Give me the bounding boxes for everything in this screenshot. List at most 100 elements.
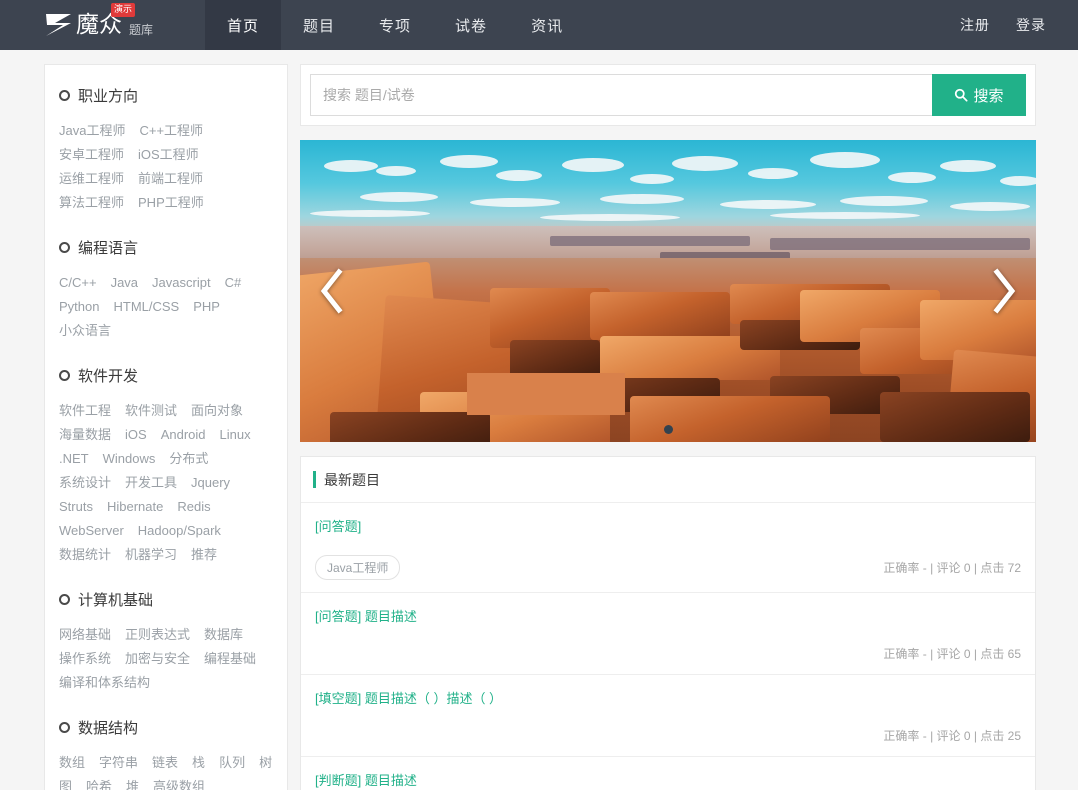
logo-demo-badge: 演示	[111, 3, 136, 17]
tag-link[interactable]: 软件测试	[125, 399, 177, 423]
tag-link[interactable]: 海量数据	[59, 423, 111, 447]
category-sidebar: 职业方向 Java工程师 C++工程师 安卓工程师 iOS工程师 运维工程师 前…	[44, 64, 288, 790]
category-title: 计算机基础	[59, 589, 273, 610]
tag-link[interactable]: 栈	[192, 751, 205, 775]
category-title-label: 数据结构	[78, 720, 139, 737]
tag-link[interactable]: C/C++	[59, 271, 97, 295]
search-icon	[955, 88, 969, 102]
search-input[interactable]	[310, 74, 932, 116]
tag-link[interactable]: 软件工程	[59, 399, 111, 423]
tag-link[interactable]: Hibernate	[107, 495, 163, 519]
tag-link[interactable]: 堆	[126, 775, 139, 790]
tag-link[interactable]: 数组	[59, 751, 85, 775]
tag-link[interactable]: 安卓工程师	[59, 143, 124, 167]
logo[interactable]: 魔众 题库 演示	[0, 0, 160, 50]
cloud-decor	[1000, 176, 1036, 186]
site-header: 魔众 题库 演示 首页 题目 专项 试卷 资讯 注册 登录	[0, 0, 1078, 50]
banner-sky	[300, 140, 1036, 236]
tag-link[interactable]: 开发工具	[125, 471, 177, 495]
carousel-next-button[interactable]	[982, 259, 1026, 323]
cloud-decor	[950, 202, 1030, 211]
question-link[interactable]: [问答题]	[315, 517, 361, 537]
tag-link[interactable]: C#	[225, 271, 242, 295]
tag-link[interactable]: Linux	[220, 423, 251, 447]
tag-link[interactable]: .NET	[59, 447, 89, 471]
tag-link[interactable]: 编译和体系结构	[59, 671, 150, 695]
tag-link[interactable]: 小众语言	[59, 319, 111, 343]
tag-link[interactable]: iOS	[125, 423, 147, 447]
tag-link[interactable]: C++工程师	[139, 119, 203, 143]
tag-link[interactable]: Hadoop/Spark	[138, 519, 221, 543]
category-title-label: 编程语言	[78, 240, 139, 257]
chevron-left-icon	[320, 268, 343, 314]
category-title-label: 软件开发	[78, 368, 139, 385]
category-tag-list: Java工程师 C++工程师 安卓工程师 iOS工程师 运维工程师 前端工程师 …	[59, 119, 273, 215]
nav-item-home[interactable]: 首页	[205, 0, 282, 50]
tag-link[interactable]: 网络基础	[59, 623, 111, 647]
banner-carousel[interactable]	[300, 140, 1036, 442]
tag-link[interactable]: 链表	[152, 751, 178, 775]
logo-subtitle: 题库	[129, 22, 154, 37]
circle-icon	[59, 722, 70, 733]
tag-link[interactable]: 系统设计	[59, 471, 111, 495]
tag-link[interactable]: 数据库	[204, 623, 243, 647]
login-link[interactable]: 登录	[1016, 15, 1046, 35]
cloud-decor	[672, 156, 738, 171]
tag-link[interactable]: Redis	[177, 495, 210, 519]
tag-link[interactable]: 数据统计	[59, 543, 111, 567]
carousel-dot[interactable]	[663, 425, 673, 434]
tag-link[interactable]: Struts	[59, 495, 93, 519]
question-link[interactable]: [填空题] 题目描述（ ）描述（ ）	[315, 689, 502, 709]
category-title-label: 职业方向	[78, 88, 139, 105]
tag-link[interactable]: 分布式	[169, 447, 208, 471]
tag-link[interactable]: 操作系统	[59, 647, 111, 671]
tag-link[interactable]: iOS工程师	[138, 143, 199, 167]
search-button[interactable]: 搜索	[932, 74, 1026, 116]
tag-link[interactable]: 算法工程师	[59, 191, 124, 215]
main-nav: 首页 题目 专项 试卷 资讯	[205, 0, 585, 50]
cloud-decor	[440, 155, 498, 168]
rock-decor	[880, 392, 1030, 442]
tag-link[interactable]: 图	[59, 775, 72, 790]
nav-item-special[interactable]: 专项	[357, 0, 433, 50]
tag-link[interactable]: 推荐	[191, 543, 217, 567]
question-link[interactable]: [问答题] 题目描述	[315, 607, 417, 627]
tag-link[interactable]: WebServer	[59, 519, 124, 543]
tag-link[interactable]: 正则表达式	[125, 623, 190, 647]
question-stats: 正确率 - | 评论 0 | 点击 25	[883, 729, 1021, 743]
question-link[interactable]: [判断题] 题目描述	[315, 771, 417, 790]
tag-link[interactable]: 面向对象	[191, 399, 243, 423]
tag-link[interactable]: Javascript	[152, 271, 211, 295]
tag-link[interactable]: Android	[161, 423, 206, 447]
cloud-decor	[540, 214, 680, 221]
category-group-languages: 编程语言 C/C++ Java Javascript C# Python HTM…	[59, 237, 273, 343]
tag-link[interactable]: 机器学习	[125, 543, 177, 567]
tag-link[interactable]: HTML/CSS	[113, 295, 179, 319]
tag-link[interactable]: 哈希	[86, 775, 112, 790]
search-bar: 搜索	[300, 64, 1036, 126]
question-tag[interactable]: Java工程师	[315, 555, 401, 580]
tag-link[interactable]: Python	[59, 295, 99, 319]
tag-link[interactable]: PHP工程师	[138, 191, 204, 215]
tag-link[interactable]: 运维工程师	[59, 167, 124, 191]
nav-item-papers[interactable]: 试卷	[433, 0, 509, 50]
tag-link[interactable]: Java工程师	[59, 119, 125, 143]
nav-item-questions[interactable]: 题目	[281, 0, 357, 50]
panel-title: 最新题目	[324, 471, 380, 488]
tag-link[interactable]: 字符串	[99, 751, 138, 775]
tag-link[interactable]: 编程基础	[204, 647, 256, 671]
tag-link[interactable]: Java	[111, 271, 138, 295]
tag-link[interactable]: Jquery	[191, 471, 230, 495]
category-tag-list: 数组 字符串 链表 栈 队列 树 图 哈希 堆 高级数组	[59, 751, 273, 790]
nav-item-news[interactable]: 资讯	[509, 0, 585, 50]
tag-link[interactable]: 树	[259, 751, 272, 775]
register-link[interactable]: 注册	[960, 15, 990, 35]
tag-link[interactable]: PHP	[193, 295, 220, 319]
carousel-prev-button[interactable]	[310, 259, 354, 323]
tag-link[interactable]: 加密与安全	[125, 647, 190, 671]
tag-link[interactable]: 前端工程师	[138, 167, 203, 191]
tag-link[interactable]: Windows	[103, 447, 156, 471]
question-stats: 正确率 - | 评论 0 | 点击 65	[883, 647, 1021, 661]
tag-link[interactable]: 队列	[219, 751, 245, 775]
tag-link[interactable]: 高级数组	[153, 775, 205, 790]
